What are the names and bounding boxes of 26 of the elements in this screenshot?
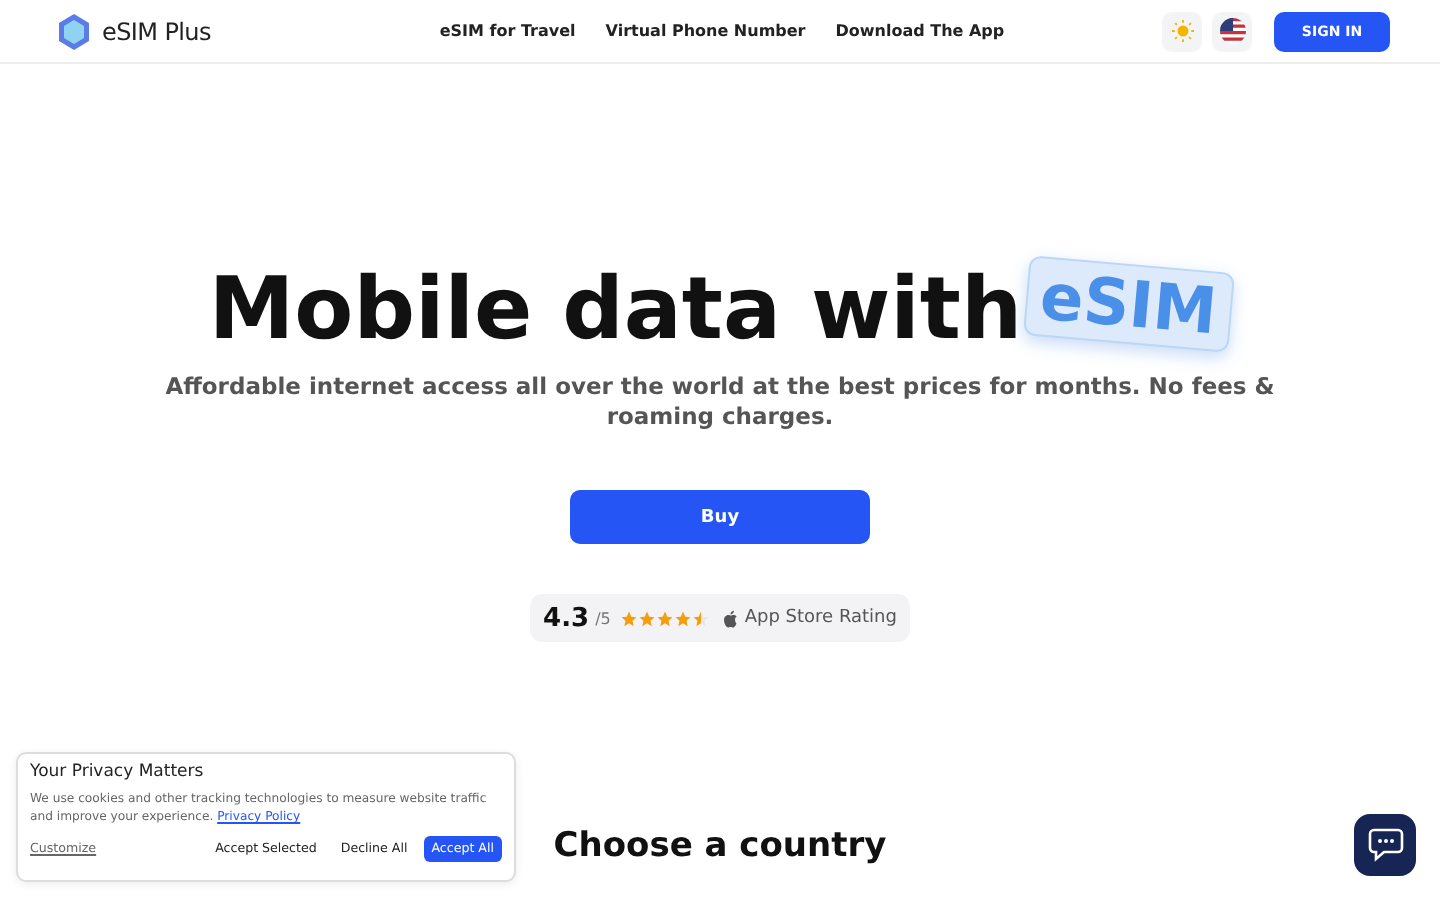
chat-button[interactable] [1354, 814, 1416, 876]
section-title: Choose a country [553, 826, 887, 866]
language-button[interactable] [1212, 11, 1252, 51]
logo-icon[interactable] [54, 11, 94, 51]
hero-subtitle: Affordable internet access all over the world at the best prices for months. No fees & roaming charges. [163, 372, 1277, 432]
star-icon [656, 609, 675, 627]
cookie-title: Your Privacy Matters [30, 762, 206, 782]
star-icon [692, 609, 711, 627]
flag-icon [1219, 18, 1245, 44]
star-icon [674, 609, 693, 627]
logo-text: eSIM Plus [102, 17, 211, 45]
theme-toggle[interactable] [1162, 11, 1202, 51]
esim-badge: eSIM [1023, 255, 1235, 353]
rating-label: App Store Rating [744, 608, 897, 628]
hero-title: Mobile data with [208, 260, 1023, 360]
chat-icon [1367, 828, 1403, 862]
apple-icon [722, 609, 739, 627]
rating-scale: /5 [595, 609, 611, 627]
nav-link[interactable]: Virtual Phone Number [605, 22, 806, 40]
nav-link[interactable]: Download The App [835, 22, 1005, 40]
sun-icon [1171, 20, 1193, 42]
rating-score: 4.3 [543, 603, 590, 633]
star-icon [638, 609, 657, 627]
buy-button[interactable]: Buy [570, 490, 870, 544]
star-icon [620, 609, 639, 627]
nav-link[interactable]: eSIM for Travel [439, 22, 576, 40]
